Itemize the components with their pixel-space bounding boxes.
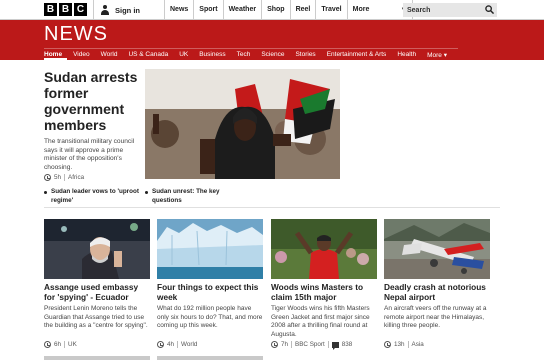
next-row-thumbnail-edge bbox=[157, 356, 263, 360]
subnav-us-canada[interactable]: US & Canada bbox=[128, 49, 173, 60]
comment-icon[interactable] bbox=[331, 341, 339, 350]
story-thumbnail[interactable] bbox=[44, 219, 150, 279]
lead-photo[interactable] bbox=[145, 69, 340, 179]
story-tag[interactable]: UK bbox=[68, 341, 77, 348]
bullet-icon bbox=[145, 191, 148, 194]
story-thumbnail[interactable] bbox=[271, 219, 377, 279]
meta-divider bbox=[64, 341, 66, 348]
logo-block-b1: B bbox=[44, 3, 57, 16]
bbc-news-page: B B C Sign in News Sport Weather Shop Re… bbox=[0, 0, 544, 360]
story-tag[interactable]: Asia bbox=[412, 341, 424, 348]
signin-button[interactable]: Sign in bbox=[93, 0, 165, 20]
story-time: 13h bbox=[394, 341, 405, 348]
story-summary: Tiger Woods wins his fifth Masters Green… bbox=[271, 305, 370, 338]
subnav-home[interactable]: Home bbox=[44, 49, 68, 60]
story-summary: An aircraft veers off the runway at a re… bbox=[384, 305, 487, 329]
story-time: 7h bbox=[281, 341, 289, 348]
meta-divider bbox=[64, 174, 66, 181]
search-placeholder: Search bbox=[407, 6, 431, 14]
clock-icon bbox=[44, 341, 51, 348]
story-headline[interactable]: Deadly crash at notorious Nepal airport bbox=[384, 282, 490, 302]
story-meta: 13h Asia bbox=[384, 341, 424, 348]
subnav-uk[interactable]: UK bbox=[179, 49, 193, 60]
lead-photo-image bbox=[145, 69, 340, 179]
story-meta: 7h BBC Sport 838 bbox=[271, 341, 353, 350]
story-tag[interactable]: World bbox=[181, 341, 197, 348]
related-link-1[interactable]: Sudan leader vows to 'uproot regime' bbox=[44, 188, 142, 205]
global-nav: News Sport Weather Shop Reel Travel More… bbox=[165, 0, 413, 20]
bbc-logo[interactable]: B B C bbox=[44, 3, 87, 16]
story-card-four-things[interactable]: Four things to expect this week What do … bbox=[157, 219, 263, 331]
story-card-nepal[interactable]: Deadly crash at notorious Nepal airport … bbox=[384, 219, 490, 331]
clock-icon bbox=[271, 341, 278, 348]
story-headline[interactable]: Woods wins Masters to claim 15th major bbox=[271, 282, 377, 302]
global-nav-weather[interactable]: Weather bbox=[224, 0, 263, 20]
related-link-1-text: Sudan leader vows to 'uproot regime' bbox=[51, 188, 139, 204]
subnav-world[interactable]: World bbox=[101, 49, 123, 60]
story-card-assange[interactable]: Assange used embassy for 'spying' - Ecua… bbox=[44, 219, 150, 331]
lead-time: 5h bbox=[54, 174, 62, 181]
search-icon[interactable] bbox=[485, 5, 494, 14]
story-headline[interactable]: Assange used embassy for 'spying' - Ecua… bbox=[44, 282, 150, 302]
global-nav-travel[interactable]: Travel bbox=[316, 0, 348, 20]
assange-photo bbox=[44, 219, 150, 279]
story-thumbnail[interactable] bbox=[157, 219, 263, 279]
subnav-more[interactable]: More ▾ bbox=[427, 49, 452, 60]
global-nav-bar: B B C Sign in News Sport Weather Shop Re… bbox=[0, 0, 544, 20]
related-link-2-text: Sudan unrest: The key questions bbox=[152, 188, 220, 204]
logo-block-c: C bbox=[74, 3, 87, 16]
subnav-business[interactable]: Business bbox=[199, 49, 230, 60]
global-nav-shop[interactable]: Shop bbox=[262, 0, 291, 20]
subnav-stories[interactable]: Stories bbox=[295, 49, 320, 60]
lead-tag[interactable]: Africa bbox=[68, 174, 84, 181]
story-summary: President Lenin Moreno tells the Guardia… bbox=[44, 305, 148, 329]
story-time: 6h bbox=[54, 341, 62, 348]
lead-summary: The transitional military council says i… bbox=[44, 138, 135, 171]
news-section-title[interactable]: NEWS bbox=[44, 23, 108, 46]
glacier-photo bbox=[157, 219, 263, 279]
related-link-2[interactable]: Sudan unrest: The key questions bbox=[145, 188, 245, 205]
lead-headline[interactable]: Sudan arrests former government members bbox=[44, 69, 139, 133]
clock-icon bbox=[44, 174, 51, 181]
section-divider bbox=[44, 207, 500, 208]
story-headline[interactable]: Four things to expect this week bbox=[157, 282, 263, 302]
bullet-icon bbox=[44, 191, 47, 194]
subnav-video[interactable]: Video bbox=[73, 49, 95, 60]
subnav-health[interactable]: Health bbox=[397, 49, 421, 60]
story-tag[interactable]: BBC Sport bbox=[295, 341, 325, 348]
subnav-tech[interactable]: Tech bbox=[237, 49, 256, 60]
story-comment-count[interactable]: 838 bbox=[342, 341, 353, 348]
subnav-entertainment-arts[interactable]: Entertainment & Arts bbox=[327, 49, 392, 60]
clock-icon bbox=[157, 341, 164, 348]
search-input[interactable]: Search bbox=[403, 3, 497, 17]
story-meta: 4h World bbox=[157, 341, 197, 348]
global-nav-reel[interactable]: Reel bbox=[291, 0, 317, 20]
story-thumbnail[interactable] bbox=[384, 219, 490, 279]
global-nav-news[interactable]: News bbox=[165, 0, 195, 20]
story-meta: 6h UK bbox=[44, 341, 77, 348]
global-nav-more-label: More bbox=[352, 6, 370, 13]
news-subnav: Home Video World US & Canada UK Business… bbox=[44, 48, 458, 60]
meta-divider bbox=[177, 341, 179, 348]
news-header: NEWS Home Video World US & Canada UK Bus… bbox=[0, 20, 544, 60]
next-row-thumbnail-edge bbox=[44, 356, 150, 360]
logo-block-b2: B bbox=[59, 3, 72, 16]
signin-label: Sign in bbox=[115, 5, 140, 15]
meta-divider bbox=[327, 341, 329, 348]
lead-meta: 5h Africa bbox=[44, 174, 84, 181]
meta-divider bbox=[291, 341, 293, 348]
subnav-science[interactable]: Science bbox=[261, 49, 289, 60]
user-icon bbox=[100, 5, 110, 15]
clock-icon bbox=[384, 341, 391, 348]
meta-divider bbox=[407, 341, 409, 348]
nepal-crash-photo bbox=[384, 219, 490, 279]
story-card-woods[interactable]: Woods wins Masters to claim 15th major T… bbox=[271, 219, 377, 339]
global-nav-sport[interactable]: Sport bbox=[194, 0, 224, 20]
story-summary: What do 192 million people have only six… bbox=[157, 305, 263, 329]
woods-photo bbox=[271, 219, 377, 279]
story-time: 4h bbox=[167, 341, 175, 348]
